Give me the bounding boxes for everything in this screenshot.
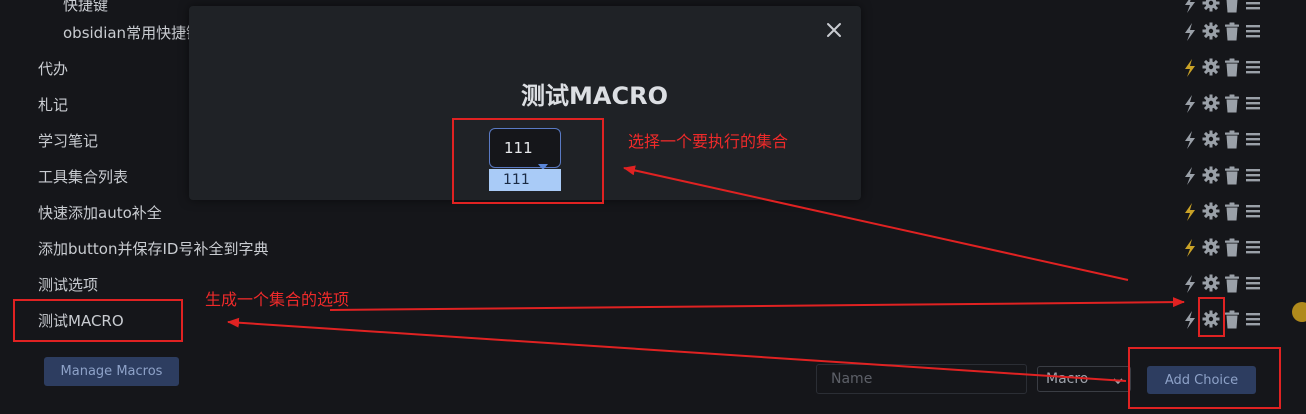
arrow-to-gear-icon bbox=[329, 297, 1185, 311]
arrow-to-modal-select bbox=[623, 165, 1129, 281]
annotation-arrows bbox=[227, 165, 1185, 382]
arrow-to-choice-row bbox=[227, 317, 1127, 382]
